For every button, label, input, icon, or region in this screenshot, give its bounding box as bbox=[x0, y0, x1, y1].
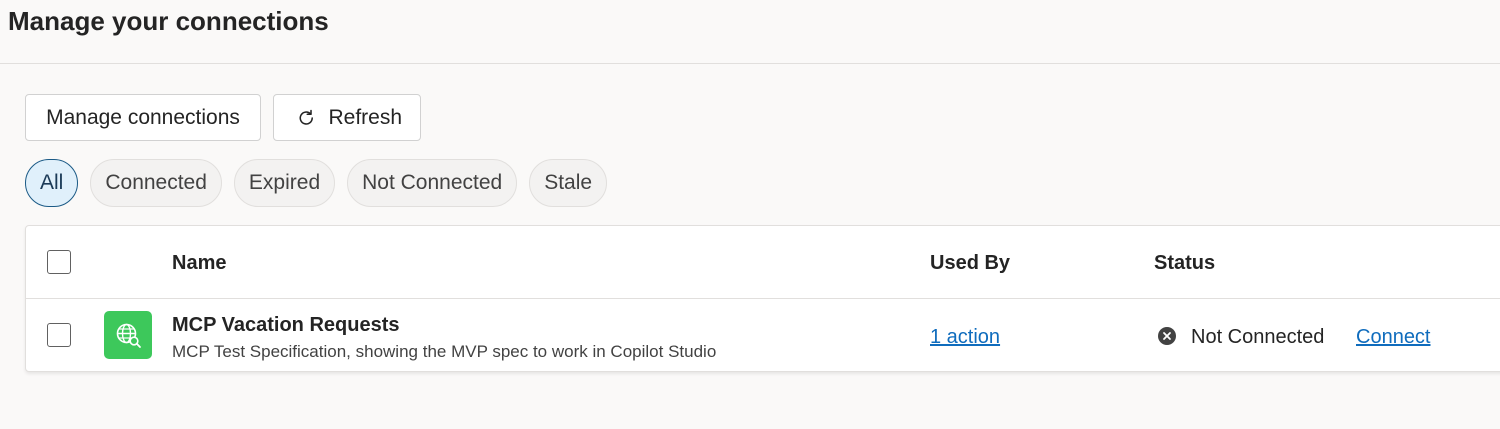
header-used-by[interactable]: Used By bbox=[930, 252, 1010, 275]
manage-connections-button[interactable]: Manage connections bbox=[25, 94, 261, 141]
used-by-link[interactable]: 1 action bbox=[930, 326, 1000, 349]
filter-stale[interactable]: Stale bbox=[529, 159, 608, 207]
globe-search-icon bbox=[116, 323, 141, 348]
toolbar: Manage connections Refresh bbox=[25, 94, 421, 141]
manage-connections-label: Manage connections bbox=[46, 105, 240, 129]
not-connected-icon bbox=[1158, 327, 1176, 345]
connect-link[interactable]: Connect bbox=[1356, 326, 1431, 349]
header-divider bbox=[0, 63, 1500, 64]
filter-not-connected[interactable]: Not Connected bbox=[347, 159, 518, 207]
refresh-button[interactable]: Refresh bbox=[273, 94, 421, 141]
status-text: Not Connected bbox=[1191, 326, 1325, 348]
filter-all[interactable]: All bbox=[25, 159, 79, 207]
header-name[interactable]: Name bbox=[172, 252, 226, 275]
header-status[interactable]: Status bbox=[1154, 252, 1215, 275]
table-header: Name Used By Status bbox=[26, 226, 1500, 299]
connection-description: MCP Test Specification, showing the MVP … bbox=[172, 342, 717, 361]
connection-name: MCP Vacation Requests bbox=[172, 314, 400, 336]
connector-icon bbox=[104, 311, 152, 359]
filter-pills: All Connected Expired Not Connected Stal… bbox=[25, 159, 608, 207]
filter-expired[interactable]: Expired bbox=[233, 159, 336, 207]
refresh-label: Refresh bbox=[328, 105, 402, 129]
filter-connected[interactable]: Connected bbox=[90, 159, 222, 207]
row-checkbox[interactable] bbox=[47, 323, 71, 347]
refresh-icon bbox=[299, 109, 313, 125]
table-row[interactable]: MCP Vacation Requests MCP Test Specifica… bbox=[26, 300, 1500, 372]
connections-table: Name Used By Status MCP Vacation Request… bbox=[25, 225, 1500, 372]
select-all-checkbox[interactable] bbox=[47, 250, 71, 274]
page-title: Manage your connections bbox=[8, 6, 329, 36]
